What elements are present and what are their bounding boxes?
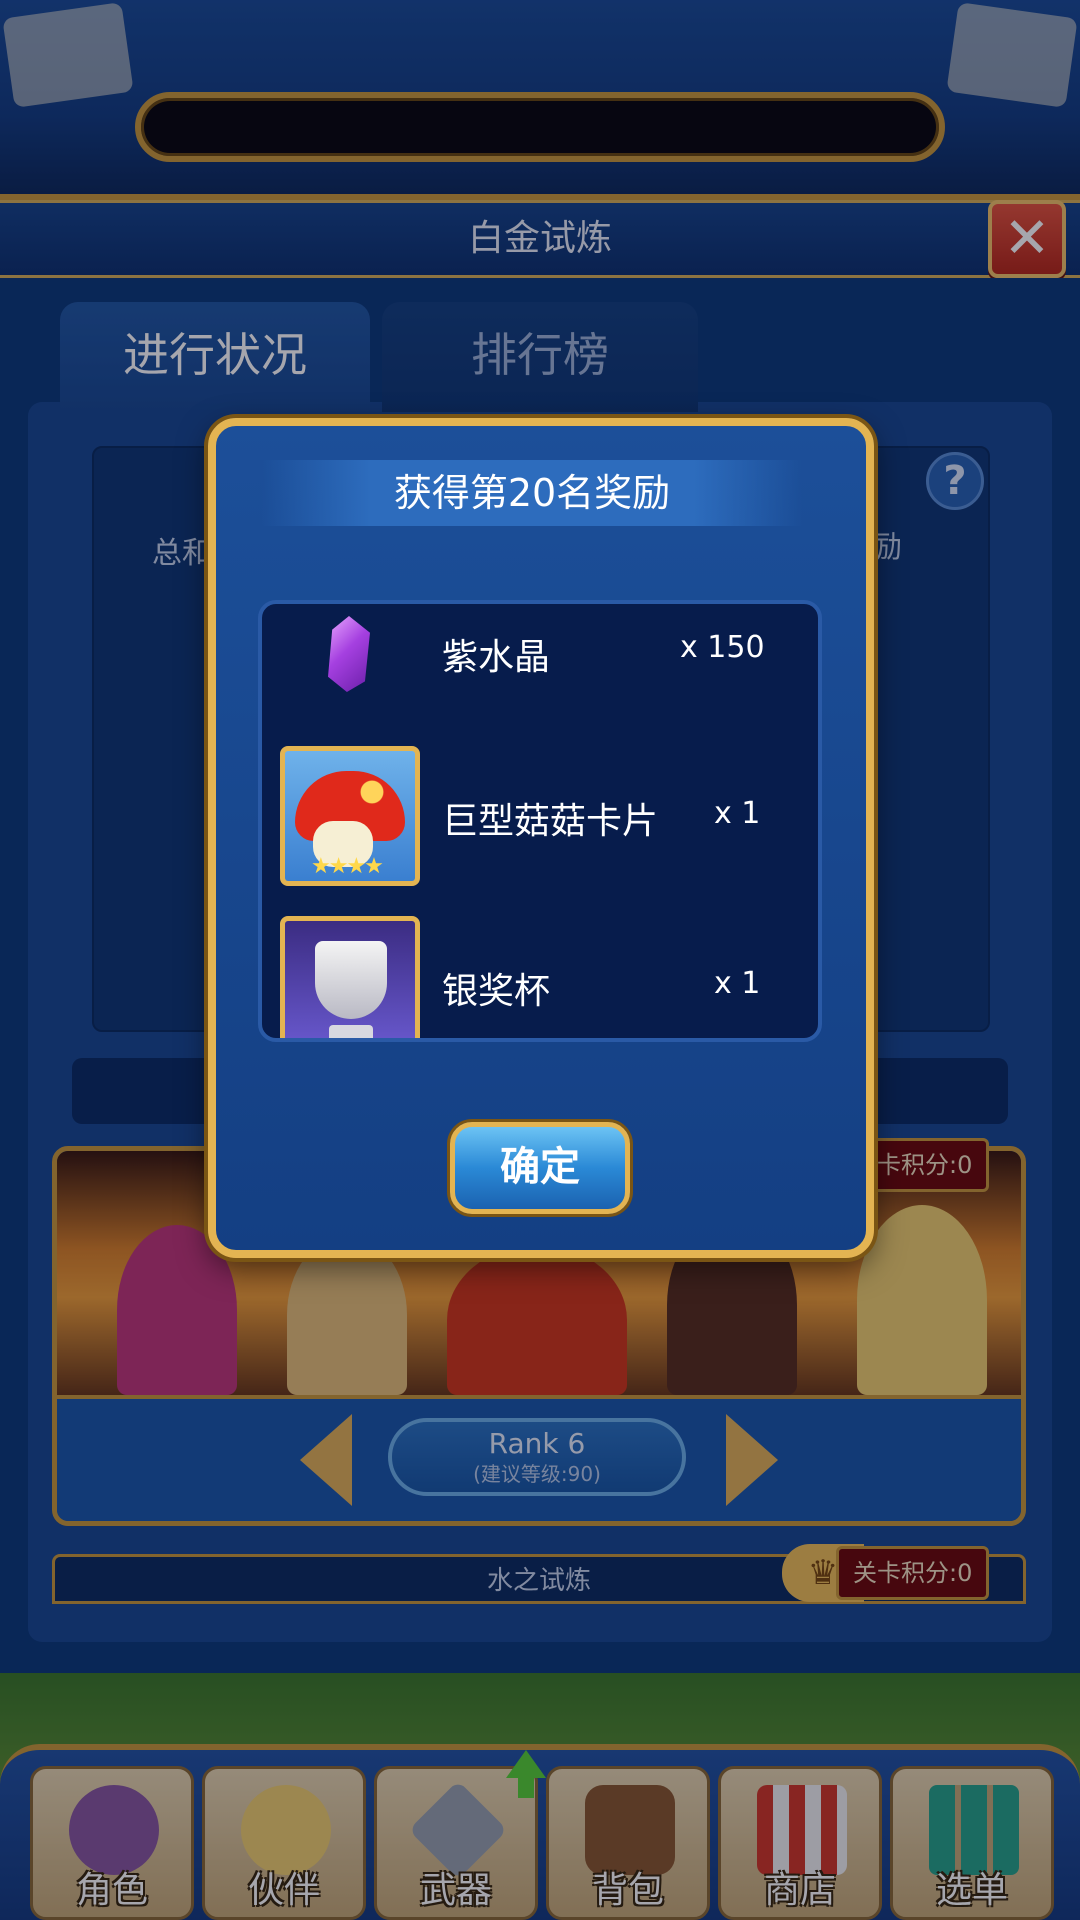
confirm-button[interactable]: 确定 (450, 1122, 630, 1214)
reward-row: ★★★★ 巨型菇菇卡片 x 1 (262, 740, 818, 900)
trophy-cup (315, 941, 387, 1019)
purple-crystal-icon (328, 616, 370, 692)
reward-quantity: x 150 (680, 630, 765, 665)
reward-row: 银奖杯 x 1 (262, 910, 818, 1038)
star-rating-icon: ★★★★ (311, 854, 384, 879)
giant-mushroom-card-icon: ★★★★ (280, 746, 420, 886)
reward-list: 紫水晶 x 150 ★★★★ 巨型菇菇卡片 x 1 银奖杯 x 1 (258, 600, 822, 1042)
silver-trophy-icon (280, 916, 420, 1038)
reward-quantity: x 1 (714, 966, 761, 1001)
modal-title: 获得第20名奖励 (393, 471, 671, 515)
reward-name: 紫水晶 (442, 637, 551, 678)
reward-name: 银奖杯 (442, 971, 551, 1012)
trophy-base (329, 1025, 373, 1038)
reward-name: 巨型菇菇卡片 (442, 801, 659, 842)
reward-quantity: x 1 (714, 796, 761, 831)
